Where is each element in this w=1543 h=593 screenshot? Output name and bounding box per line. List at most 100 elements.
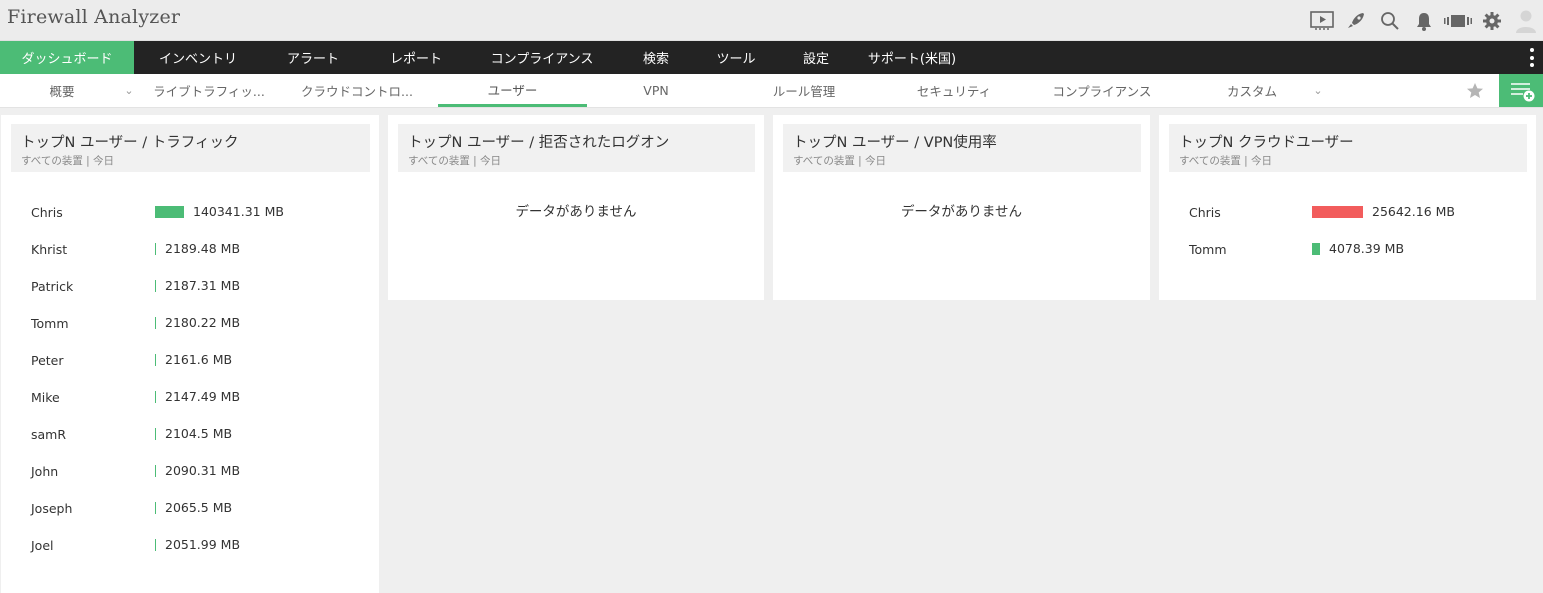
rocket-icon[interactable] (1339, 0, 1373, 41)
usage-bar[interactable] (155, 206, 184, 218)
battery-icon[interactable] (1441, 0, 1475, 41)
main-nav: ダッシュボード インベントリ アラート レポート コンプライアンス 検索 ツール… (0, 41, 1543, 74)
bell-icon[interactable] (1407, 0, 1441, 41)
user-name: Tomm (1189, 242, 1227, 257)
no-data-message: データがありません (515, 204, 637, 220)
usage-value: 4078.39 MB (1329, 241, 1405, 256)
widget-title: トップN ユーザー / トラフィック (21, 135, 239, 151)
widget-header[interactable]: トップN ユーザー / VPN使用率 すべての装置 | 今日 (783, 124, 1141, 172)
search-icon[interactable] (1373, 0, 1407, 41)
usage-value: 2090.31 MB (165, 463, 241, 478)
tab-users[interactable]: ユーザー (438, 74, 587, 107)
user-name: samR (31, 427, 67, 442)
widget-top-users-vpn: トップN ユーザー / VPN使用率 すべての装置 | 今日 データがありません (773, 115, 1150, 300)
gear-icon[interactable] (1475, 0, 1509, 41)
top-toolbar (1305, 0, 1543, 41)
bar-row[interactable]: Khrist 2189.48 MB (1, 239, 379, 259)
usage-value: 2180.22 MB (165, 315, 241, 330)
usage-bar[interactable] (155, 354, 156, 366)
widget-header[interactable]: トップN ユーザー / トラフィック すべての装置 | 今日 (11, 124, 370, 172)
widget-title: トップN ユーザー / VPN使用率 (793, 135, 997, 151)
usage-value: 25642.16 MB (1372, 204, 1455, 219)
tab-compliance[interactable]: コンプライアンス (1044, 74, 1160, 107)
usage-bar[interactable] (155, 391, 156, 403)
widget-title: トップN ユーザー / 拒否されたログオン (408, 135, 670, 151)
widget-header[interactable]: トップN ユーザー / 拒否されたログオン すべての装置 | 今日 (398, 124, 755, 172)
tab-overview[interactable]: 概要 (22, 74, 102, 107)
presentation-icon[interactable] (1305, 0, 1339, 41)
usage-bar[interactable] (155, 243, 156, 255)
usage-bar[interactable] (155, 539, 156, 551)
more-menu-icon[interactable] (1529, 48, 1535, 67)
no-data-message: データがありません (900, 204, 1023, 220)
bar-row[interactable]: samR 2104.5 MB (1, 424, 379, 444)
usage-value: 2065.5 MB (165, 500, 233, 515)
user-name: Joel (31, 538, 54, 553)
bar-row[interactable]: Chris 25642.16 MB (1159, 202, 1536, 222)
widget-top-cloud-users: トップN クラウドユーザー すべての装置 | 今日 Chris 25642.16 … (1159, 115, 1536, 300)
user-name: Patrick (31, 279, 74, 294)
tab-vpn[interactable]: VPN (616, 74, 696, 107)
user-name: Tomm (31, 316, 69, 331)
usage-bar[interactable] (1312, 206, 1363, 218)
usage-bar[interactable] (155, 428, 156, 440)
tab-rule-management[interactable]: ルール管理 (760, 74, 848, 107)
nav-tools[interactable]: ツール (696, 41, 776, 74)
bar-row[interactable]: Joseph 2065.5 MB (1, 498, 379, 518)
tab-custom[interactable]: カスタム (1214, 74, 1290, 107)
bar-row[interactable]: John 2090.31 MB (1, 461, 379, 481)
bar-row[interactable]: Chris 140341.31 MB (1, 202, 379, 222)
usage-value: 140341.31 MB (193, 204, 284, 219)
app-title: Firewall Analyzer (7, 6, 181, 28)
widget-subtitle: すべての装置 | 今日 (1179, 155, 1273, 167)
title-bar: Firewall Analyzer (0, 0, 1543, 41)
widget-subtitle: すべての装置 | 今日 (408, 155, 502, 167)
usage-bar[interactable] (1312, 243, 1320, 255)
usage-value: 2187.31 MB (165, 278, 241, 293)
star-icon[interactable] (1465, 81, 1485, 101)
nav-support[interactable]: サポート(米国) (856, 41, 968, 74)
nav-inventory[interactable]: インベントリ (134, 41, 262, 74)
usage-value: 2147.49 MB (165, 389, 241, 404)
bar-row[interactable]: Tomm 4078.39 MB (1159, 239, 1536, 259)
user-name: Joseph (31, 501, 73, 516)
bar-row[interactable]: Joel 2051.99 MB (1, 535, 379, 555)
chevron-down-icon[interactable]: ⌄ (123, 83, 135, 97)
usage-value: 2161.6 MB (165, 352, 233, 367)
bar-row[interactable]: Tomm 2180.22 MB (1, 313, 379, 333)
bar-row[interactable]: Peter 2161.6 MB (1, 350, 379, 370)
chevron-down-icon[interactable]: ⌄ (1312, 83, 1324, 97)
usage-bar[interactable] (155, 317, 156, 329)
user-avatar-icon[interactable] (1509, 0, 1543, 41)
add-widget-button[interactable] (1499, 74, 1543, 107)
add-widget-icon (1511, 83, 1535, 102)
user-name: Khrist (31, 242, 68, 257)
usage-bar[interactable] (155, 465, 156, 477)
sub-nav: 概要 ⌄ ライブトラフィッ... クラウドコントロ... ユーザー VPN ルー… (0, 74, 1543, 108)
widget-top-users-traffic: トップN ユーザー / トラフィック すべての装置 | 今日 Chris 1403… (1, 115, 379, 593)
widget-title: トップN クラウドユーザー (1179, 135, 1354, 151)
tab-security[interactable]: セキュリティ (906, 74, 1002, 107)
nav-search[interactable]: 検索 (616, 41, 696, 74)
nav-compliance[interactable]: コンプライアンス (468, 41, 616, 74)
usage-value: 2189.48 MB (165, 241, 241, 256)
widget-top-users-denied-logon: トップN ユーザー / 拒否されたログオン すべての装置 | 今日 データがあり… (388, 115, 764, 300)
tab-cloud-control[interactable]: クラウドコントロ... (296, 74, 418, 107)
widget-header[interactable]: トップN クラウドユーザー すべての装置 | 今日 (1169, 124, 1527, 172)
nav-alerts[interactable]: アラート (262, 41, 364, 74)
usage-value: 2051.99 MB (165, 537, 241, 552)
user-name: Mike (31, 390, 60, 405)
nav-settings[interactable]: 設定 (776, 41, 856, 74)
bar-row[interactable]: Patrick 2187.31 MB (1, 276, 379, 296)
bar-row[interactable]: Mike 2147.49 MB (1, 387, 379, 407)
widget-subtitle: すべての装置 | 今日 (21, 155, 115, 167)
tab-live-traffic[interactable]: ライブトラフィッ... (148, 74, 270, 107)
widget-subtitle: すべての装置 | 今日 (793, 155, 887, 167)
usage-bar[interactable] (155, 280, 156, 292)
usage-bar[interactable] (155, 502, 156, 514)
nav-dashboard[interactable]: ダッシュボード (0, 41, 134, 74)
user-name: Chris (1189, 205, 1221, 220)
usage-value: 2104.5 MB (165, 426, 233, 441)
nav-reports[interactable]: レポート (364, 41, 468, 74)
user-name: John (31, 464, 59, 479)
